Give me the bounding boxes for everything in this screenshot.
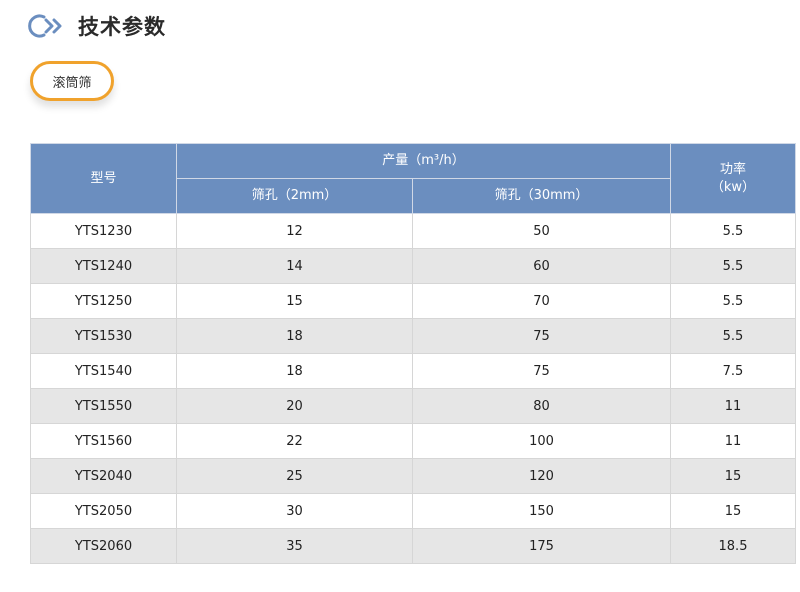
cell-output-30mm: 50 bbox=[412, 213, 671, 249]
header-output: 产量（m³/h） bbox=[176, 143, 671, 179]
header-power-unit: （kw） bbox=[710, 179, 756, 195]
cell-output-2mm: 18 bbox=[176, 318, 413, 354]
cell-output-30mm: 60 bbox=[412, 248, 671, 284]
double-chevron-right-icon bbox=[28, 14, 62, 38]
table-row: YTS1560 22 100 11 bbox=[30, 423, 796, 459]
table-row: YTS1530 18 75 5.5 bbox=[30, 318, 796, 354]
cell-power: 11 bbox=[670, 423, 796, 459]
cell-output-2mm: 15 bbox=[176, 283, 413, 319]
cell-output-2mm: 35 bbox=[176, 528, 413, 564]
cell-output-2mm: 20 bbox=[176, 388, 413, 424]
table-row: YTS1240 14 60 5.5 bbox=[30, 248, 796, 284]
cell-model: YTS2050 bbox=[30, 493, 177, 529]
cell-output-30mm: 175 bbox=[412, 528, 671, 564]
tab-drum-screen[interactable]: 滚筒筛 bbox=[30, 61, 114, 101]
page: 技术参数 滚筒筛 型号 产量（m³/h） 功率 （kw） 筛孔（2mm） 筛孔（… bbox=[0, 0, 800, 592]
header-power-label: 功率 bbox=[719, 161, 746, 177]
cell-output-2mm: 30 bbox=[176, 493, 413, 529]
table-row: YTS2060 35 175 18.5 bbox=[30, 528, 796, 564]
header-model: 型号 bbox=[30, 143, 177, 214]
table-header-row: 型号 产量（m³/h） 功率 （kw） bbox=[30, 143, 796, 214]
table-row: YTS2040 25 120 15 bbox=[30, 458, 796, 494]
cell-output-30mm: 75 bbox=[412, 353, 671, 389]
cell-power: 7.5 bbox=[670, 353, 796, 389]
cell-output-2mm: 25 bbox=[176, 458, 413, 494]
section-title: 技术参数 bbox=[78, 15, 166, 39]
cell-output-30mm: 70 bbox=[412, 283, 671, 319]
header-screen-30mm: 筛孔（30mm） bbox=[412, 178, 671, 214]
table-row: YTS2050 30 150 15 bbox=[30, 493, 796, 529]
table-row: YTS1540 18 75 7.5 bbox=[30, 353, 796, 389]
cell-model: YTS1560 bbox=[30, 423, 177, 459]
cell-power: 5.5 bbox=[670, 248, 796, 284]
cell-output-30mm: 80 bbox=[412, 388, 671, 424]
cell-power: 5.5 bbox=[670, 213, 796, 249]
cell-model: YTS1540 bbox=[30, 353, 177, 389]
cell-model: YTS2060 bbox=[30, 528, 177, 564]
cell-power: 5.5 bbox=[670, 318, 796, 354]
cell-power: 15 bbox=[670, 493, 796, 529]
cell-power: 15 bbox=[670, 458, 796, 494]
cell-output-30mm: 75 bbox=[412, 318, 671, 354]
cell-model: YTS1530 bbox=[30, 318, 177, 354]
cell-model: YTS1240 bbox=[30, 248, 177, 284]
section-heading: 技术参数 bbox=[28, 8, 166, 44]
cell-model: YTS1230 bbox=[30, 213, 177, 249]
cell-output-2mm: 18 bbox=[176, 353, 413, 389]
cell-model: YTS1250 bbox=[30, 283, 177, 319]
cell-output-30mm: 150 bbox=[412, 493, 671, 529]
table-row: YTS1550 20 80 11 bbox=[30, 388, 796, 424]
cell-output-2mm: 12 bbox=[176, 213, 413, 249]
cell-power: 18.5 bbox=[670, 528, 796, 564]
table-row: YTS1230 12 50 5.5 bbox=[30, 213, 796, 249]
cell-output-30mm: 100 bbox=[412, 423, 671, 459]
cell-output-30mm: 120 bbox=[412, 458, 671, 494]
table-row: YTS1250 15 70 5.5 bbox=[30, 283, 796, 319]
table-body: YTS1230 12 50 5.5 YTS1240 14 60 5.5 YTS1… bbox=[30, 213, 796, 564]
specs-table: 型号 产量（m³/h） 功率 （kw） 筛孔（2mm） 筛孔（30mm） YTS… bbox=[30, 143, 796, 564]
cell-model: YTS1550 bbox=[30, 388, 177, 424]
cell-model: YTS2040 bbox=[30, 458, 177, 494]
cell-output-2mm: 14 bbox=[176, 248, 413, 284]
header-screen-2mm: 筛孔（2mm） bbox=[176, 178, 413, 214]
cell-power: 11 bbox=[670, 388, 796, 424]
cell-output-2mm: 22 bbox=[176, 423, 413, 459]
cell-power: 5.5 bbox=[670, 283, 796, 319]
header-power: 功率 （kw） bbox=[670, 143, 796, 214]
